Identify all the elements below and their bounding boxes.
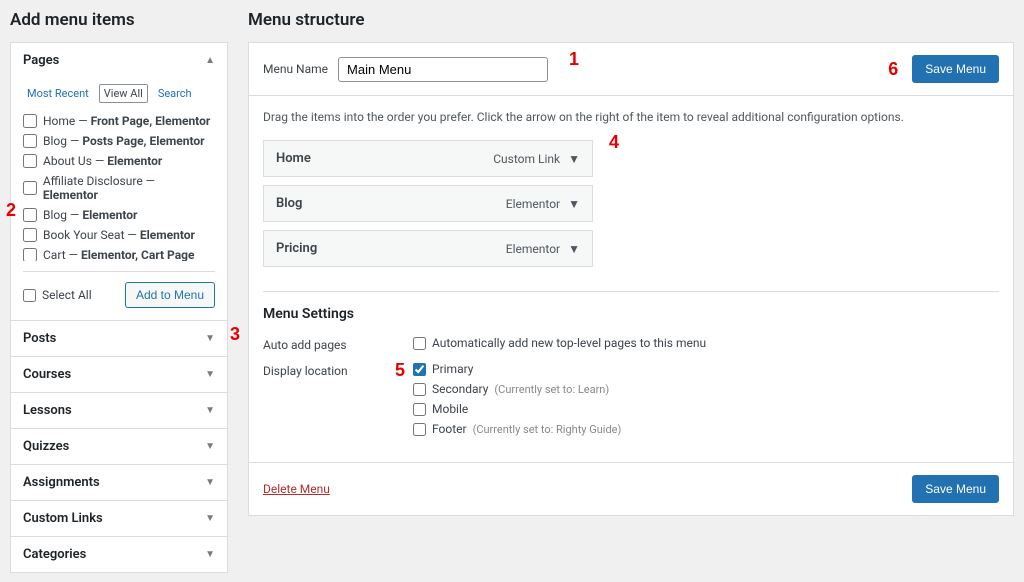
caret-up-icon: ▲ xyxy=(205,55,215,66)
page-checkbox[interactable] xyxy=(23,208,37,222)
caret-down-icon: ▼ xyxy=(568,197,580,211)
page-item[interactable]: Affiliate Disclosure — Elementor xyxy=(23,171,211,205)
panel-posts[interactable]: Posts▼ xyxy=(11,321,227,356)
pages-list[interactable]: Home — Front Page, Elementor Blog — Post… xyxy=(23,111,215,261)
location-mobile-checkbox[interactable] xyxy=(413,403,426,416)
page-checkbox[interactable] xyxy=(23,154,37,168)
pages-panel: Pages ▲ Most Recent View All Search Home… xyxy=(10,42,228,321)
caret-down-icon: ▼ xyxy=(205,369,215,380)
caret-down-icon: ▼ xyxy=(205,513,215,524)
location-secondary[interactable]: Secondary (Currently set to: Learn) xyxy=(413,382,621,396)
annotation-1: 1 xyxy=(569,49,579,70)
select-all-checkbox[interactable] xyxy=(23,289,36,302)
menu-name-label: Menu Name xyxy=(263,62,328,76)
annotation-4: 4 xyxy=(609,132,619,153)
pages-panel-header[interactable]: Pages ▲ xyxy=(11,43,227,78)
page-item[interactable]: Blog — Elementor xyxy=(23,205,211,225)
panel-lessons[interactable]: Lessons▼ xyxy=(11,393,227,428)
caret-down-icon: ▼ xyxy=(205,333,215,344)
auto-add-pages-label: Auto add pages xyxy=(263,336,413,356)
add-menu-items-heading: Add menu items xyxy=(10,10,228,30)
menu-structure-heading: Menu structure xyxy=(248,10,1014,30)
pages-panel-title: Pages xyxy=(23,53,59,68)
display-location-label: Display location xyxy=(263,362,413,442)
location-footer[interactable]: Footer (Currently set to: Righty Guide) xyxy=(413,422,621,436)
caret-down-icon: ▼ xyxy=(205,477,215,488)
tab-search[interactable]: Search xyxy=(154,84,196,103)
save-menu-button-bottom[interactable]: Save Menu xyxy=(912,475,999,503)
menu-name-input[interactable] xyxy=(338,57,548,82)
page-item[interactable]: About Us — Elementor xyxy=(23,151,211,171)
auto-add-option[interactable]: Automatically add new top-level pages to… xyxy=(413,336,706,350)
page-item[interactable]: Home — Front Page, Elementor xyxy=(23,111,211,131)
save-menu-button-top[interactable]: Save Menu xyxy=(912,55,999,83)
caret-down-icon: ▼ xyxy=(205,441,215,452)
auto-add-checkbox[interactable] xyxy=(413,337,426,350)
tab-most-recent[interactable]: Most Recent xyxy=(23,84,93,103)
tab-view-all[interactable]: View All xyxy=(99,84,148,103)
annotation-3: 3 xyxy=(230,324,240,345)
location-secondary-checkbox[interactable] xyxy=(413,383,426,396)
add-to-menu-button[interactable]: Add to Menu xyxy=(125,282,215,308)
page-checkbox[interactable] xyxy=(23,114,37,128)
caret-down-icon: ▼ xyxy=(205,549,215,560)
page-item[interactable]: Blog — Posts Page, Elementor xyxy=(23,131,211,151)
caret-down-icon: ▼ xyxy=(568,152,580,166)
page-checkbox[interactable] xyxy=(23,134,37,148)
location-primary[interactable]: Primary xyxy=(413,362,621,376)
panel-custom-links[interactable]: Custom Links▼ xyxy=(11,501,227,536)
panel-categories[interactable]: Categories▼ xyxy=(11,537,227,572)
menu-item-pricing[interactable]: Pricing Elementor▼ xyxy=(263,230,593,267)
page-checkbox[interactable] xyxy=(23,248,37,261)
menu-settings-heading: Menu Settings xyxy=(263,306,999,322)
caret-down-icon: ▼ xyxy=(568,242,580,256)
panel-assignments[interactable]: Assignments▼ xyxy=(11,465,227,500)
panel-quizzes[interactable]: Quizzes▼ xyxy=(11,429,227,464)
select-all-label[interactable]: Select All xyxy=(23,288,92,302)
page-item[interactable]: Cart — Elementor, Cart Page xyxy=(23,245,211,261)
delete-menu-link[interactable]: Delete Menu xyxy=(263,482,330,496)
annotation-6: 6 xyxy=(888,59,898,80)
menu-instructions: Drag the items into the order you prefer… xyxy=(263,110,999,124)
caret-down-icon: ▼ xyxy=(205,405,215,416)
menu-item-home[interactable]: Home Custom Link▼ xyxy=(263,140,593,177)
location-footer-checkbox[interactable] xyxy=(413,423,426,436)
page-item[interactable]: Book Your Seat — Elementor xyxy=(23,225,211,245)
page-checkbox[interactable] xyxy=(23,181,37,195)
location-primary-checkbox[interactable] xyxy=(413,363,426,376)
location-mobile[interactable]: Mobile xyxy=(413,402,621,416)
panel-courses[interactable]: Courses▼ xyxy=(11,357,227,392)
page-checkbox[interactable] xyxy=(23,228,37,242)
menu-item-blog[interactable]: Blog Elementor▼ xyxy=(263,185,593,222)
